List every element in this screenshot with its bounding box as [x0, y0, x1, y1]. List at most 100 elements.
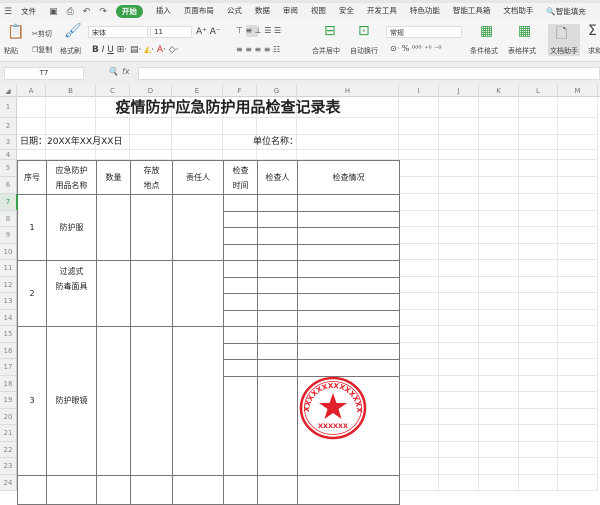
grid-cell[interactable]	[439, 309, 479, 326]
merged-cell[interactable]	[130, 326, 173, 476]
check-cell[interactable]	[297, 227, 400, 245]
grid-cell[interactable]	[399, 309, 439, 326]
grid-cell[interactable]	[479, 210, 519, 227]
merge-button[interactable]: 合并居中	[312, 46, 340, 56]
check-cell[interactable]	[257, 276, 298, 294]
merged-cell[interactable]	[172, 260, 224, 327]
grid-cell[interactable]	[399, 425, 439, 442]
tab-8[interactable]: 开发工具	[367, 5, 397, 18]
print-icon[interactable]: ⎙	[67, 7, 74, 17]
name-box[interactable]: T7	[4, 67, 84, 80]
format-painter-icon[interactable]: 🖌	[64, 23, 82, 39]
merged-cell[interactable]	[130, 194, 173, 261]
check-cell[interactable]	[223, 342, 258, 360]
column-header-I[interactable]: I	[399, 85, 439, 97]
check-cell[interactable]	[223, 293, 258, 311]
grid-cell[interactable]	[399, 150, 439, 160]
grid-cell[interactable]	[96, 118, 130, 135]
grid-cell[interactable]	[519, 160, 558, 177]
row-header-19[interactable]: 19	[0, 392, 17, 409]
grid-cell[interactable]	[399, 474, 439, 491]
merged-cell[interactable]	[96, 326, 131, 476]
grid-cell[interactable]	[439, 441, 479, 458]
grid-cell[interactable]	[439, 342, 479, 359]
font-select[interactable]: 宋体	[88, 26, 148, 38]
grid-cell[interactable]	[479, 392, 519, 409]
save-icon[interactable]: ▣	[49, 7, 58, 17]
grid-cell[interactable]	[558, 342, 598, 359]
grid-cell[interactable]	[519, 260, 558, 277]
row-header-17[interactable]: 17	[0, 359, 17, 376]
column-header-A[interactable]: A	[17, 85, 46, 97]
check-cell[interactable]	[223, 276, 258, 294]
zoom-icon[interactable]: 🔍	[108, 67, 118, 76]
grid-cell[interactable]	[479, 342, 519, 359]
grid-cell[interactable]	[519, 342, 558, 359]
merged-cell[interactable]	[130, 260, 173, 327]
row-header-20[interactable]: 20	[0, 408, 17, 425]
grid-cell[interactable]	[479, 293, 519, 310]
row-header-4[interactable]: 4	[0, 150, 17, 160]
grid-cell[interactable]	[257, 118, 297, 135]
grid-cell[interactable]	[223, 118, 257, 135]
grid-cell[interactable]	[558, 408, 598, 425]
grid-cell[interactable]	[439, 135, 479, 150]
grid-cell[interactable]	[439, 392, 479, 409]
grid-cell[interactable]	[519, 458, 558, 475]
cut-button[interactable]: ✂剪切	[32, 29, 52, 39]
font-grow-icon[interactable]: A⁺ A⁻	[196, 27, 221, 37]
tab-3[interactable]: 公式	[227, 5, 242, 18]
tab-11[interactable]: 文档助手	[503, 5, 533, 18]
font-style-icons[interactable]: B I U ⊞· ▤· ◭· A· ◇·	[92, 45, 179, 55]
formula-input[interactable]	[138, 67, 600, 80]
align-icons[interactable]: ⊤ ≡ ⊥ ☰ ☰	[236, 26, 281, 35]
row-header-10[interactable]: 10	[0, 243, 17, 260]
grid-cell[interactable]	[479, 375, 519, 392]
grid-cell[interactable]	[479, 408, 519, 425]
smart-search[interactable]: 🔍智能填充	[546, 6, 598, 17]
cell[interactable]	[297, 474, 400, 505]
row-header-14[interactable]: 14	[0, 309, 17, 326]
row-header-23[interactable]: 23	[0, 458, 17, 475]
halign-icons[interactable]: ≡ ≡ ≡ ≡ ☷	[236, 45, 280, 54]
grid-cell[interactable]	[439, 118, 479, 135]
check-cell[interactable]	[223, 359, 258, 377]
number-format-select[interactable]: 常规	[386, 26, 462, 38]
merged-cell[interactable]	[96, 260, 131, 327]
grid-cell[interactable]	[257, 150, 297, 160]
grid-cell[interactable]	[558, 210, 598, 227]
grid-cell[interactable]	[439, 160, 479, 177]
grid-cell[interactable]	[479, 276, 519, 293]
grid-cell[interactable]	[479, 425, 519, 442]
grid-cell[interactable]	[558, 150, 598, 160]
grid-cell[interactable]	[439, 243, 479, 260]
grid-cell[interactable]	[439, 210, 479, 227]
grid-cell[interactable]	[297, 150, 399, 160]
grid-cell[interactable]	[439, 227, 479, 244]
grid-cell[interactable]	[519, 309, 558, 326]
grid-cell[interactable]	[399, 260, 439, 277]
grid-cell[interactable]	[519, 392, 558, 409]
row-header-11[interactable]: 11	[0, 260, 17, 277]
grid-cell[interactable]	[399, 359, 439, 376]
grid-cell[interactable]	[479, 135, 519, 150]
grid-cell[interactable]	[558, 326, 598, 343]
fx-icon[interactable]: fx	[122, 67, 130, 76]
grid-cell[interactable]	[558, 160, 598, 177]
check-cell[interactable]	[257, 309, 298, 327]
check-cell[interactable]	[297, 276, 400, 294]
row-header-8[interactable]: 8	[0, 210, 17, 227]
merged-cell[interactable]	[96, 194, 131, 261]
grid-cell[interactable]	[558, 441, 598, 458]
row-header-2[interactable]: 2	[0, 118, 17, 135]
font-size-select[interactable]: 11	[150, 26, 192, 38]
cond-format-button[interactable]: 条件格式	[470, 46, 498, 56]
grid-cell[interactable]	[297, 118, 399, 135]
row-header-22[interactable]: 22	[0, 441, 17, 458]
grid-cell[interactable]	[439, 408, 479, 425]
check-cell[interactable]	[297, 309, 400, 327]
grid-cell[interactable]	[479, 309, 519, 326]
column-header-M[interactable]: M	[558, 85, 598, 97]
row-header-12[interactable]: 12	[0, 276, 17, 293]
row-header-5[interactable]: 5	[0, 160, 17, 177]
